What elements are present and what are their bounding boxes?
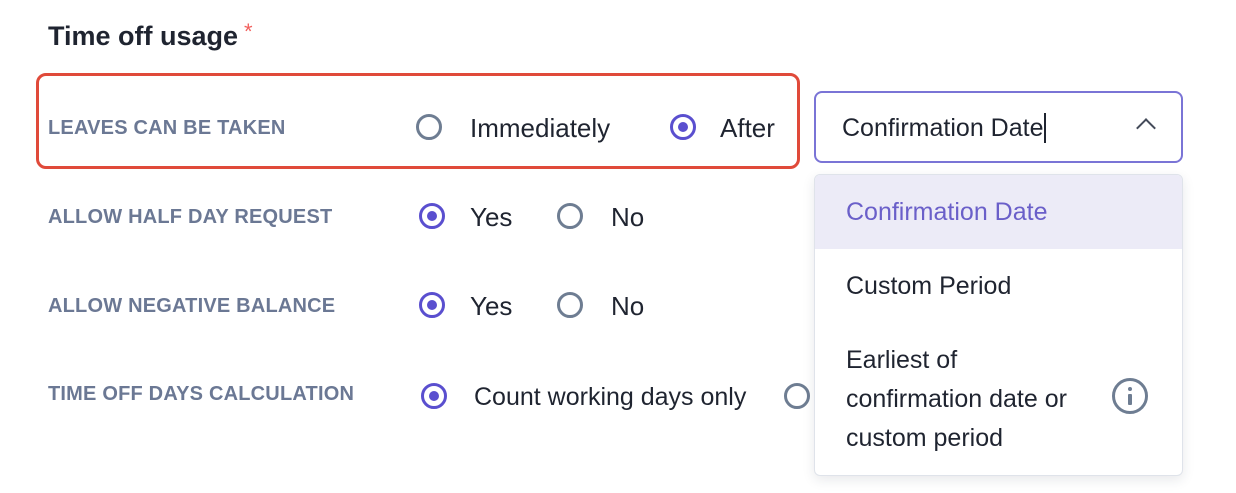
section-title-text: Time off usage xyxy=(48,21,239,51)
radio-negative-no[interactable] xyxy=(557,292,583,318)
radio-immediately[interactable] xyxy=(416,114,442,140)
radio-count-working-days[interactable] xyxy=(421,383,447,409)
option-confirmation-date-label: Confirmation Date xyxy=(846,198,1048,226)
radio-negative-no-label[interactable]: No xyxy=(611,291,644,321)
option-earliest-of-line3: custom period xyxy=(846,424,1004,452)
section-title: Time off usage * xyxy=(48,18,253,56)
radio-count-working-days-label[interactable]: Count working days only xyxy=(474,382,746,412)
radio-calculation-other[interactable] xyxy=(784,383,810,409)
radio-immediately-label[interactable]: Immediately xyxy=(470,113,610,143)
leaves-can-be-taken-label: LEAVES CAN BE TAKEN xyxy=(48,117,286,139)
select-value-text: Confirmation Date xyxy=(842,114,1044,142)
option-earliest-of-line2: confirmation date or xyxy=(846,385,1067,413)
option-earliest-of[interactable]: Earliest of confirmation date or custom … xyxy=(815,323,1182,475)
radio-half-day-yes[interactable] xyxy=(419,203,445,229)
allow-half-day-request-label: ALLOW HALF DAY REQUEST xyxy=(48,206,333,228)
required-mark: * xyxy=(244,19,253,44)
info-icon[interactable] xyxy=(1112,378,1148,414)
after-date-select[interactable]: Confirmation Date xyxy=(814,91,1183,163)
select-value: Confirmation Date xyxy=(842,113,1047,143)
chevron-up-icon[interactable] xyxy=(1136,118,1156,138)
option-confirmation-date[interactable]: Confirmation Date xyxy=(815,175,1182,249)
radio-after-label[interactable]: After xyxy=(720,113,775,143)
option-custom-period[interactable]: Custom Period xyxy=(815,249,1182,323)
select-dropdown: Confirmation Date Custom Period Earliest… xyxy=(814,174,1183,476)
radio-half-day-yes-label[interactable]: Yes xyxy=(470,202,512,232)
text-cursor xyxy=(1044,113,1047,143)
radio-after[interactable] xyxy=(670,114,696,140)
radio-negative-yes[interactable] xyxy=(419,292,445,318)
option-custom-period-label: Custom Period xyxy=(846,272,1012,300)
option-earliest-of-line1: Earliest of xyxy=(846,346,958,374)
allow-negative-balance-label: ALLOW NEGATIVE BALANCE xyxy=(48,295,336,317)
time-off-days-calculation-label: TIME OFF DAYS CALCULATION xyxy=(48,383,355,405)
radio-half-day-no[interactable] xyxy=(557,203,583,229)
radio-negative-yes-label[interactable]: Yes xyxy=(470,291,512,321)
radio-half-day-no-label[interactable]: No xyxy=(611,202,644,232)
